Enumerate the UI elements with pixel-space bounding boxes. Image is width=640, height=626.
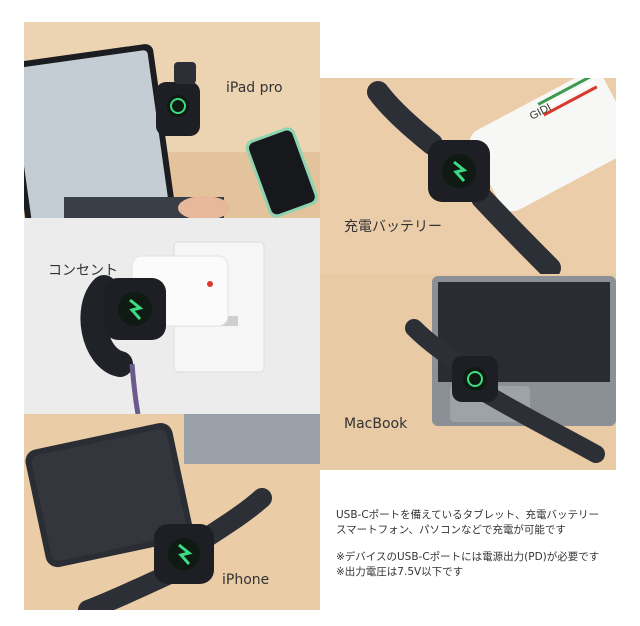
- notes-block: USB-Cポートを備えているタブレット、充電バッテリー スマートフォン、パソコン…: [336, 508, 626, 580]
- photo-power-bank: GIDI 充電バッテリー: [320, 78, 616, 274]
- macbook-scene: [320, 274, 616, 470]
- note-line-2: スマートフォン、パソコンなどで充電が可能です: [336, 524, 566, 536]
- note-line-1: USB-Cポートを備えているタブレット、充電バッテリー: [336, 509, 599, 521]
- note-line-3: ※デバイスのUSB-Cポートには電源出力(PD)が必要です: [336, 551, 600, 563]
- power-bank-scene: GIDI: [320, 78, 616, 274]
- note-line-4: ※出力電圧は7.5V以下です: [336, 566, 464, 578]
- label-ipad-pro: iPad pro: [226, 80, 283, 96]
- outlet-scene: [24, 218, 320, 414]
- label-macbook: MacBook: [344, 416, 408, 432]
- label-iphone: iPhone: [222, 572, 270, 588]
- label-outlet: コンセント: [48, 263, 118, 279]
- photo-ipad-pro: iPad pro: [24, 22, 320, 218]
- iphone-scene: [24, 414, 320, 610]
- photo-iphone: iPhone: [24, 414, 320, 610]
- label-power-bank: 充電バッテリー: [344, 219, 442, 235]
- ipad-charging-scene: [24, 22, 320, 218]
- photo-macbook: MacBook: [320, 274, 616, 470]
- photo-outlet: コンセント: [24, 218, 320, 414]
